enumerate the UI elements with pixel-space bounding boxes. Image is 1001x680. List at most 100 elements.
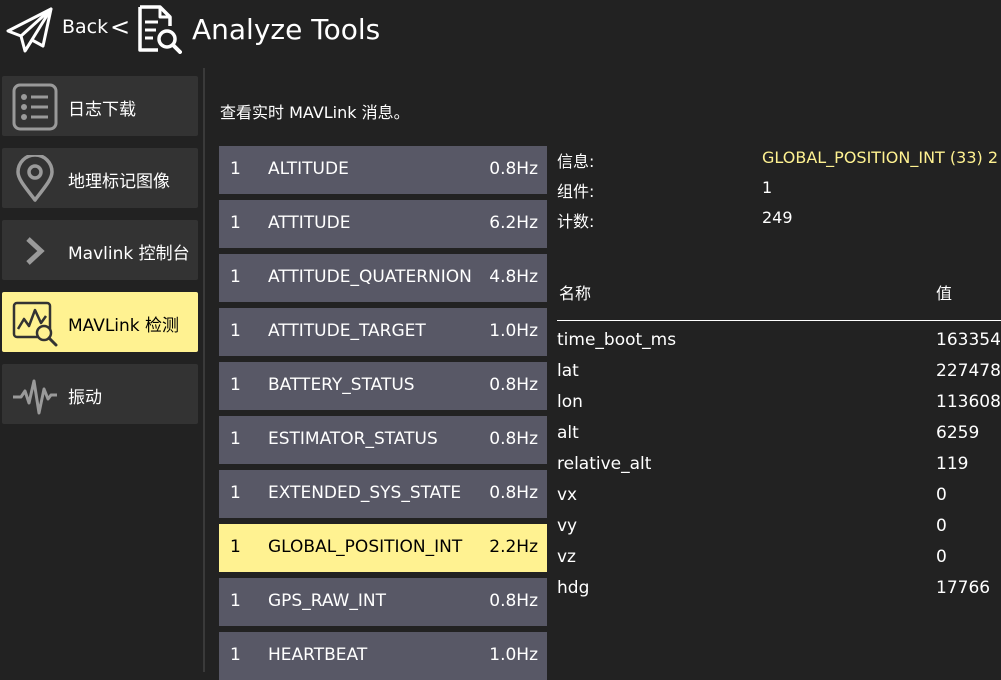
- field-name: vx: [557, 485, 578, 505]
- message-component: 1: [230, 591, 241, 611]
- message-name: BATTERY_STATUS: [268, 375, 415, 395]
- table-row: time_boot_ms 163354: [557, 330, 1001, 361]
- message-name: GPS_RAW_INT: [268, 591, 386, 611]
- message-rate: 0.8Hz: [489, 591, 538, 611]
- field-name: time_boot_ms: [557, 330, 677, 350]
- table-row: vy 0: [557, 516, 1001, 547]
- table-row: vz 0: [557, 547, 1001, 578]
- message-row[interactable]: 1 ESTIMATOR_STATUS 0.8Hz: [219, 416, 547, 464]
- message-component: 1: [230, 321, 241, 341]
- field-value: 2274787: [936, 361, 1001, 381]
- message-name: ATTITUDE_QUATERNION: [268, 267, 472, 287]
- sidebar-item-geotag-images[interactable]: 地理标记图像: [2, 148, 198, 208]
- table-row: relative_alt 119: [557, 454, 1001, 485]
- paper-plane-icon[interactable]: [5, 6, 53, 54]
- info-message-label: 信息:: [557, 152, 595, 171]
- chart-search-icon: [12, 301, 58, 347]
- breadcrumb-separator: <: [110, 13, 131, 41]
- waveform-icon: [13, 379, 57, 415]
- message-component: 1: [230, 537, 241, 557]
- sidebar-item-label: MAVLink 检测: [68, 316, 180, 336]
- message-name: EXTENDED_SYS_STATE: [268, 483, 462, 503]
- info-count-value: 249: [762, 208, 793, 227]
- message-component: 1: [230, 483, 241, 503]
- message-name: ATTITUDE_TARGET: [268, 321, 426, 341]
- field-value: 163354: [936, 330, 1001, 350]
- field-name: alt: [557, 423, 579, 443]
- field-value: 0: [936, 547, 947, 567]
- message-rate: 1.0Hz: [489, 645, 538, 665]
- info-component-label: 组件:: [557, 182, 595, 201]
- sidebar-item-label: Mavlink 控制台: [68, 244, 190, 264]
- message-component: 1: [230, 159, 241, 179]
- message-row-selected[interactable]: 1 GLOBAL_POSITION_INT 2.2Hz: [219, 524, 547, 572]
- info-component-value: 1: [762, 178, 773, 197]
- message-rate: 0.8Hz: [489, 483, 538, 503]
- sidebar: 日志下载 地理标记图像 Mavlink 控制台 MAVLink 检测 振动: [0, 68, 203, 672]
- message-row[interactable]: 1 ALTITUDE 0.8Hz: [219, 146, 547, 194]
- table-row: alt 6259: [557, 423, 1001, 454]
- message-name: ESTIMATOR_STATUS: [268, 429, 438, 449]
- table-row: hdg 17766: [557, 578, 1001, 609]
- field-value: 119: [936, 454, 969, 474]
- info-message-value: GLOBAL_POSITION_INT (33) 2: [762, 148, 998, 167]
- field-name: vz: [557, 547, 576, 567]
- table-row: vx 0: [557, 485, 1001, 516]
- message-name: ATTITUDE: [268, 213, 351, 233]
- message-name: GLOBAL_POSITION_INT: [268, 537, 463, 557]
- sidebar-item-log-download[interactable]: 日志下载: [2, 76, 198, 136]
- message-rate: 4.8Hz: [489, 267, 538, 287]
- message-name: ALTITUDE: [268, 159, 349, 179]
- sidebar-item-mavlink-inspector[interactable]: MAVLink 检测: [2, 292, 198, 352]
- table-divider: [557, 320, 1001, 321]
- field-value: 0: [936, 516, 947, 536]
- table-row: lon 1136086: [557, 392, 1001, 423]
- table-row: lat 2274787: [557, 361, 1001, 392]
- chevron-right-icon: [26, 237, 45, 265]
- header-bar: Back < Analyze Tools: [0, 0, 1001, 66]
- message-row[interactable]: 1 HEARTBEAT 1.0Hz: [219, 632, 547, 680]
- intro-text: 查看实时 MAVLink 消息。: [220, 103, 410, 122]
- message-row[interactable]: 1 GPS_RAW_INT 0.8Hz: [219, 578, 547, 626]
- message-component: 1: [230, 645, 241, 665]
- page-title: Analyze Tools: [192, 13, 381, 46]
- message-component: 1: [230, 375, 241, 395]
- sidebar-item-vibration[interactable]: 振动: [2, 364, 198, 424]
- message-rate: 1.0Hz: [489, 321, 538, 341]
- name-column-header: 名称: [559, 284, 592, 303]
- field-name: hdg: [557, 578, 590, 598]
- message-rate: 0.8Hz: [489, 429, 538, 449]
- message-component: 1: [230, 267, 241, 287]
- field-value: 17766: [936, 578, 991, 598]
- message-rate: 2.2Hz: [489, 537, 538, 557]
- field-value: 0: [936, 485, 947, 505]
- message-row[interactable]: 1 ATTITUDE 6.2Hz: [219, 200, 547, 248]
- sidebar-item-label: 日志下载: [68, 100, 136, 120]
- map-pin-icon: [16, 155, 54, 202]
- sidebar-divider: [203, 68, 205, 672]
- sidebar-item-label: 振动: [68, 388, 102, 408]
- message-row[interactable]: 1 ATTITUDE_QUATERNION 4.8Hz: [219, 254, 547, 302]
- message-component: 1: [230, 429, 241, 449]
- field-value: 6259: [936, 423, 980, 443]
- message-rate: 0.8Hz: [489, 159, 538, 179]
- sidebar-item-label: 地理标记图像: [68, 172, 170, 192]
- list-icon: [12, 83, 58, 131]
- document-search-icon: [138, 5, 182, 54]
- message-component: 1: [230, 213, 241, 233]
- field-name: lon: [557, 392, 583, 412]
- sidebar-item-mavlink-console[interactable]: Mavlink 控制台: [2, 220, 198, 280]
- field-name: relative_alt: [557, 454, 652, 474]
- fields-table-header: 名称 值: [557, 280, 1001, 320]
- message-row[interactable]: 1 EXTENDED_SYS_STATE 0.8Hz: [219, 470, 547, 518]
- field-name: vy: [557, 516, 578, 536]
- field-value: 1136086: [936, 392, 1001, 412]
- message-rate: 6.2Hz: [489, 213, 538, 233]
- info-count-label: 计数:: [557, 212, 595, 231]
- back-button[interactable]: Back: [62, 16, 108, 38]
- message-row[interactable]: 1 BATTERY_STATUS 0.8Hz: [219, 362, 547, 410]
- message-name: HEARTBEAT: [268, 645, 368, 665]
- message-rate: 0.8Hz: [489, 375, 538, 395]
- field-name: lat: [557, 361, 579, 381]
- message-row[interactable]: 1 ATTITUDE_TARGET 1.0Hz: [219, 308, 547, 356]
